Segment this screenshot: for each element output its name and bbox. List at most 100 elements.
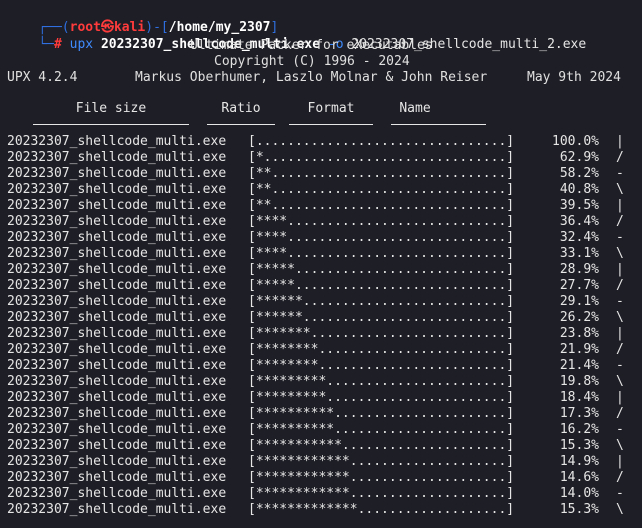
row-filename: 20232307_shellcode_multi.exe bbox=[7, 454, 227, 469]
header-rule-name bbox=[391, 124, 486, 125]
row-spinner: - bbox=[616, 230, 624, 245]
row-filename: 20232307_shellcode_multi.exe bbox=[7, 486, 227, 501]
row-percent: 18.4% bbox=[559, 390, 599, 405]
row-progress-bar: [************....................] bbox=[248, 486, 515, 501]
row-spinner: | bbox=[616, 262, 624, 277]
header-ratio: Ratio bbox=[221, 101, 261, 116]
row-progress-bar: [*********.......................] bbox=[248, 390, 515, 405]
row-spinner: | bbox=[616, 198, 624, 213]
prompt-symbol: # bbox=[53, 37, 62, 52]
row-progress-bar: [**..............................] bbox=[248, 198, 515, 213]
header-rule-format bbox=[289, 124, 373, 125]
row-spinner: | bbox=[616, 326, 624, 341]
row-progress-bar: [******..........................] bbox=[248, 294, 515, 309]
row-percent: 17.3% bbox=[559, 406, 599, 421]
row-spinner: \ bbox=[616, 438, 624, 453]
prompt-line: ┌──(root㉿kali)-[/home/my_2307] bbox=[7, 4, 278, 35]
row-filename: 20232307_shellcode_multi.exe bbox=[7, 342, 227, 357]
row-percent: 29.1% bbox=[559, 294, 599, 309]
row-spinner: / bbox=[616, 342, 624, 357]
row-percent: 100.0% bbox=[552, 134, 599, 149]
row-progress-bar: [*******.........................] bbox=[248, 326, 515, 341]
row-percent: 21.4% bbox=[559, 358, 599, 373]
row-spinner: \ bbox=[616, 310, 624, 325]
row-filename: 20232307_shellcode_multi.exe bbox=[7, 294, 227, 309]
row-filename: 20232307_shellcode_multi.exe bbox=[7, 422, 227, 437]
row-progress-bar: [*...............................] bbox=[248, 150, 515, 165]
row-progress-bar: [**********......................] bbox=[248, 422, 515, 437]
row-percent: 33.1% bbox=[559, 246, 599, 261]
row-spinner: / bbox=[616, 278, 624, 293]
banner-title: Ultimate Packer for eXecutables bbox=[190, 38, 433, 53]
row-percent: 26.2% bbox=[559, 310, 599, 325]
row-filename: 20232307_shellcode_multi.exe bbox=[7, 310, 227, 325]
row-spinner: - bbox=[616, 486, 624, 501]
row-percent: 14.0% bbox=[559, 486, 599, 501]
row-spinner: \ bbox=[616, 246, 624, 261]
row-filename: 20232307_shellcode_multi.exe bbox=[7, 182, 227, 197]
row-progress-bar: [**..............................] bbox=[248, 182, 515, 197]
row-progress-bar: [*****...........................] bbox=[248, 278, 515, 293]
row-progress-bar: [************....................] bbox=[248, 470, 515, 485]
row-spinner: - bbox=[616, 294, 624, 309]
row-percent: 36.4% bbox=[559, 214, 599, 229]
row-filename: 20232307_shellcode_multi.exe bbox=[7, 470, 227, 485]
row-progress-bar: [**********......................] bbox=[248, 406, 515, 421]
row-spinner: \ bbox=[616, 374, 624, 389]
row-spinner: | bbox=[616, 454, 624, 469]
terminal-window[interactable]: ┌──(root㉿kali)-[/home/my_2307] └─# upx 2… bbox=[0, 0, 642, 528]
row-spinner: - bbox=[616, 422, 624, 437]
row-spinner: - bbox=[616, 358, 624, 373]
row-filename: 20232307_shellcode_multi.exe bbox=[7, 150, 227, 165]
row-spinner: / bbox=[616, 150, 624, 165]
row-percent: 39.5% bbox=[559, 198, 599, 213]
header-name: Name bbox=[399, 101, 431, 116]
row-spinner: / bbox=[616, 406, 624, 421]
row-filename: 20232307_shellcode_multi.exe bbox=[7, 214, 227, 229]
row-progress-bar: [***********.....................] bbox=[248, 438, 515, 453]
banner-copyright: Copyright (C) 1996 - 2024 bbox=[214, 54, 410, 69]
command-line[interactable]: └─# upx 20232307_shellcode_multi.exe -o … bbox=[7, 21, 586, 52]
row-percent: 40.8% bbox=[559, 182, 599, 197]
row-percent: 23.8% bbox=[559, 326, 599, 341]
row-spinner: | bbox=[616, 390, 624, 405]
row-percent: 15.3% bbox=[559, 438, 599, 453]
header-file-size: File size bbox=[75, 101, 147, 116]
row-percent: 21.9% bbox=[559, 342, 599, 357]
prompt-corner-bottom: └─ bbox=[38, 37, 54, 52]
row-progress-bar: [********........................] bbox=[248, 358, 515, 373]
row-filename: 20232307_shellcode_multi.exe bbox=[7, 262, 227, 277]
header-format: Format bbox=[307, 101, 355, 116]
row-filename: 20232307_shellcode_multi.exe bbox=[7, 326, 227, 341]
row-filename: 20232307_shellcode_multi.exe bbox=[7, 246, 227, 261]
row-filename: 20232307_shellcode_multi.exe bbox=[7, 502, 227, 517]
row-percent: 58.2% bbox=[559, 166, 599, 181]
header-rule-file-size bbox=[33, 124, 189, 125]
row-progress-bar: [************....................] bbox=[248, 454, 515, 469]
row-spinner: \ bbox=[616, 182, 624, 197]
row-spinner: | bbox=[616, 134, 624, 149]
row-filename: 20232307_shellcode_multi.exe bbox=[7, 390, 227, 405]
row-progress-bar: [*********.......................] bbox=[248, 374, 515, 389]
row-filename: 20232307_shellcode_multi.exe bbox=[7, 166, 227, 181]
row-spinner: - bbox=[616, 166, 624, 181]
banner-version: UPX 4.2.4 bbox=[7, 70, 78, 85]
row-progress-bar: [****............................] bbox=[248, 246, 515, 261]
banner-authors: Markus Oberhumer, Laszlo Molnar & John R… bbox=[135, 70, 488, 85]
command-name: upx bbox=[69, 37, 94, 52]
row-progress-bar: [****............................] bbox=[248, 230, 515, 245]
row-filename: 20232307_shellcode_multi.exe bbox=[7, 438, 227, 453]
row-filename: 20232307_shellcode_multi.exe bbox=[7, 134, 227, 149]
row-percent: 28.9% bbox=[559, 262, 599, 277]
row-progress-bar: [**..............................] bbox=[248, 166, 515, 181]
row-filename: 20232307_shellcode_multi.exe bbox=[7, 198, 227, 213]
row-filename: 20232307_shellcode_multi.exe bbox=[7, 358, 227, 373]
row-filename: 20232307_shellcode_multi.exe bbox=[7, 406, 227, 421]
row-progress-bar: [................................] bbox=[248, 134, 515, 149]
row-percent: 15.3% bbox=[559, 502, 599, 517]
row-percent: 14.6% bbox=[559, 470, 599, 485]
row-spinner: / bbox=[616, 214, 624, 229]
row-percent: 32.4% bbox=[559, 230, 599, 245]
row-percent: 27.7% bbox=[559, 278, 599, 293]
row-filename: 20232307_shellcode_multi.exe bbox=[7, 374, 227, 389]
